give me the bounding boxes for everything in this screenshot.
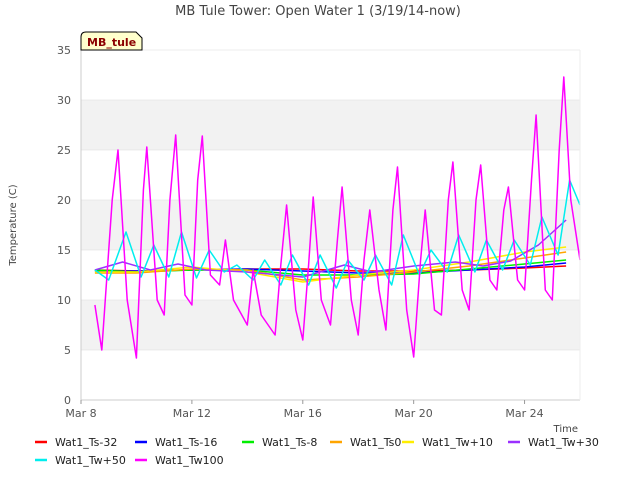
y-tick-label: 30	[57, 94, 71, 107]
legend-label: Wat1_Tw+10	[422, 436, 493, 449]
legend-label: Wat1_Ts-32	[55, 436, 117, 449]
x-tick-label: Mar 8	[65, 407, 96, 420]
grid-band	[81, 100, 580, 150]
legend-label: Wat1_Tw+50	[55, 454, 126, 467]
x-tick-label: Mar 12	[173, 407, 211, 420]
y-tick-label: 35	[57, 44, 71, 57]
legend: Wat1_Ts-32 Wat1_Ts-16 Wat1_Ts-8 Wat1_Ts0 Wat…	[35, 436, 599, 467]
x-tick-label: Mar 16	[284, 407, 322, 420]
legend-label: Wat1_Tw100	[155, 454, 224, 467]
legend-label: Wat1_Ts-16	[155, 436, 217, 449]
chart-title: MB Tule Tower: Open Water 1 (3/19/14-now…	[175, 4, 461, 19]
legend-label: Wat1_Tw+30	[528, 436, 599, 449]
station-badge: MB_tule	[80, 31, 143, 51]
y-tick-label: 15	[57, 244, 71, 257]
chart: MB Tule Tower: Open Water 1 (3/19/14-now…	[8, 4, 599, 467]
y-tick-label: 10	[57, 294, 71, 307]
x-tick-label: Mar 24	[505, 407, 543, 420]
station-badge-label: MB_tule	[87, 36, 136, 49]
y-axis-label: Temperature (C)	[8, 184, 19, 266]
y-tick-label: 5	[64, 344, 71, 357]
x-axis-label: Time	[553, 424, 578, 435]
legend-item: Wat1_Ts-8	[242, 436, 317, 449]
legend-item: Wat1_Ts-16	[135, 436, 217, 449]
legend-item: Wat1_Ts-32	[35, 436, 117, 449]
y-tick-label: 0	[64, 394, 71, 407]
legend-item: Wat1_Tw+10	[402, 436, 493, 449]
grid-band	[81, 200, 580, 250]
y-tick-label: 20	[57, 194, 71, 207]
plot-area	[81, 49, 580, 401]
legend-item: Wat1_Ts0	[330, 436, 401, 449]
legend-label: Wat1_Ts0	[350, 436, 401, 449]
y-tick-label: 25	[57, 144, 71, 157]
legend-item: Wat1_Tw100	[135, 454, 224, 467]
x-tick-label: Mar 20	[395, 407, 433, 420]
legend-label: Wat1_Ts-8	[262, 436, 317, 449]
legend-item: Wat1_Tw+30	[508, 436, 599, 449]
legend-item: Wat1_Tw+50	[35, 454, 126, 467]
